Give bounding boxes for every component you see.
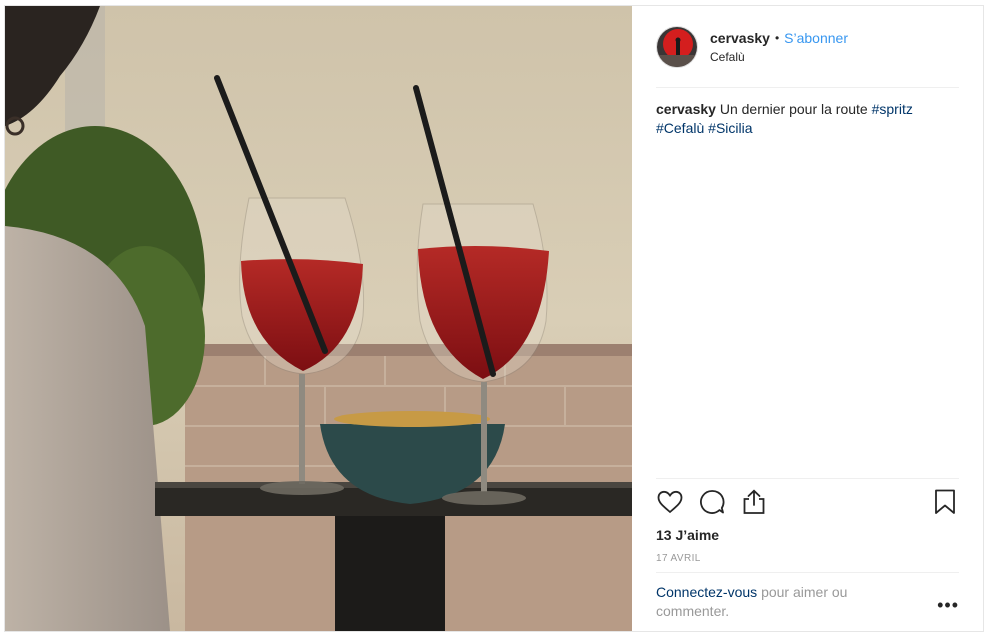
- hashtag-link[interactable]: #Sicilia: [708, 120, 752, 136]
- avatar[interactable]: [656, 25, 698, 68]
- likes-count[interactable]: 13 J’aime: [656, 527, 959, 543]
- action-bar: [656, 478, 959, 525]
- separator-dot: •: [774, 30, 780, 45]
- bookmark-icon[interactable]: [931, 488, 959, 516]
- comment-icon[interactable]: [698, 488, 726, 516]
- post-sidebar: cervasky • S’abonner Cefalù cervasky Un …: [632, 6, 983, 631]
- hashtag-link[interactable]: #Cefalù: [656, 120, 704, 136]
- hashtag-link[interactable]: #spritz: [872, 101, 913, 117]
- more-options-icon[interactable]: •••: [937, 595, 959, 616]
- username-link[interactable]: cervasky: [710, 30, 770, 46]
- drinks-photo: [5, 6, 632, 631]
- post-header: cervasky • S’abonner Cefalù: [656, 6, 959, 88]
- header-text: cervasky • S’abonner Cefalù: [710, 30, 848, 64]
- location-link[interactable]: Cefalù: [710, 50, 848, 64]
- post-footer: 13 J’aime 17 avril Connectez-vous pour a…: [656, 478, 959, 631]
- post-card: cervasky • S’abonner Cefalù cervasky Un …: [4, 5, 984, 632]
- caption-username[interactable]: cervasky: [656, 101, 716, 117]
- post-photo[interactable]: [5, 6, 632, 631]
- follow-button[interactable]: S’abonner: [784, 30, 848, 46]
- post-caption: cervasky Un dernier pour la route #sprit…: [656, 100, 938, 138]
- header-line: cervasky • S’abonner: [710, 30, 848, 46]
- login-prompt: Connectez-vous pour aimer ou commenter. …: [656, 572, 959, 631]
- login-link[interactable]: Connectez-vous: [656, 584, 757, 600]
- share-icon[interactable]: [740, 488, 768, 516]
- login-text: Connectez-vous pour aimer ou commenter.: [656, 583, 876, 621]
- avatar-image: [657, 26, 697, 67]
- post-date: 17 avril: [656, 553, 701, 564]
- caption-text: Un dernier pour la route: [719, 101, 868, 117]
- heart-icon[interactable]: [656, 488, 684, 516]
